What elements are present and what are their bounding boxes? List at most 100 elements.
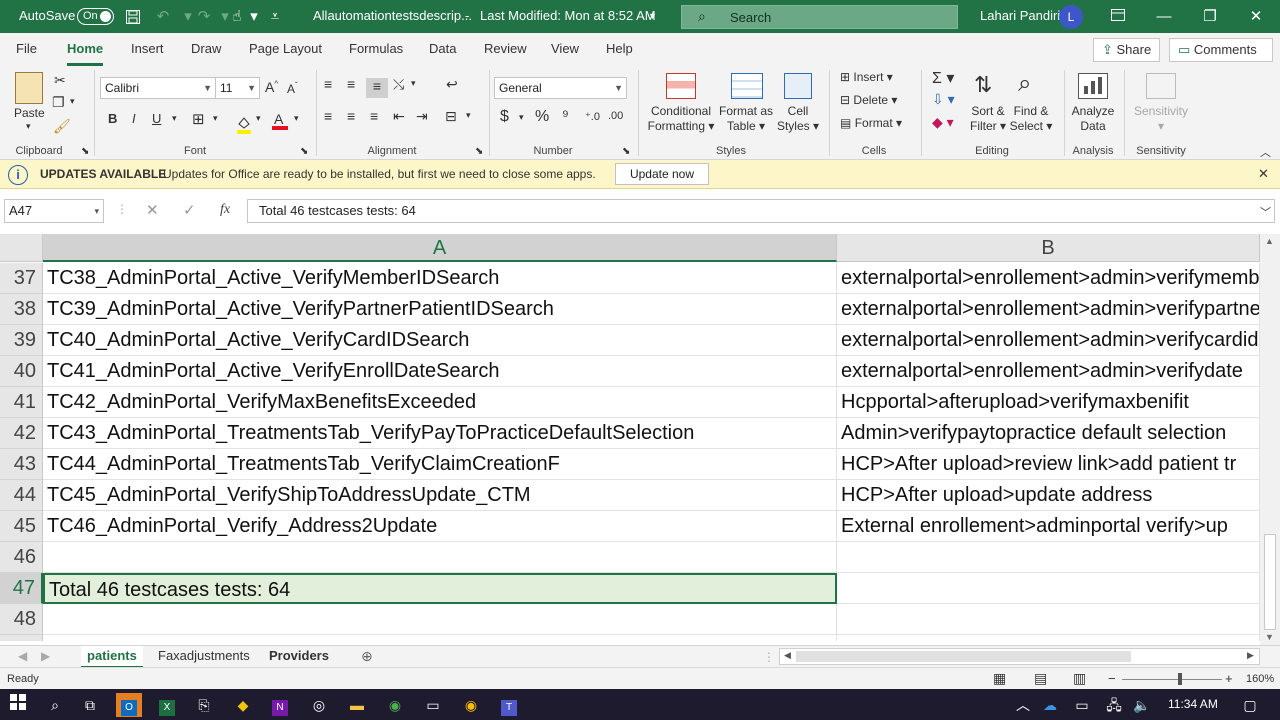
row-header[interactable]: 42	[0, 418, 43, 449]
tray-chevron-icon[interactable]: ︿	[1011, 693, 1035, 717]
formula-input[interactable]: Total 46 testcases tests: 64	[247, 199, 1275, 223]
app-icon[interactable]: ▭	[421, 693, 445, 717]
cell-a[interactable]	[43, 542, 837, 573]
cell-b[interactable]: externalportal>enrollement>admin>verifyp…	[837, 294, 1260, 325]
insert-function-icon[interactable]: fx	[220, 202, 230, 218]
copy-icon[interactable]: ❐	[52, 94, 65, 111]
splitter-icon[interactable]: ⋮	[763, 650, 775, 664]
tab-home[interactable]: Home	[67, 41, 104, 66]
font-color-dropdown-icon[interactable]: ▾	[294, 113, 299, 124]
tab-formulas[interactable]: Formulas	[349, 41, 403, 56]
sheet-tab-faxadjustments[interactable]: Faxadjustments	[152, 646, 256, 668]
analyze-data-icon[interactable]	[1078, 73, 1108, 99]
row-header[interactable]: 40	[0, 356, 43, 387]
align-left-icon[interactable]: ≡	[324, 108, 332, 124]
currency-dropdown-icon[interactable]: ▾	[519, 112, 524, 123]
find-select-button[interactable]: Find & Select ▾	[1008, 104, 1054, 134]
format-painter-icon[interactable]: 🖌	[53, 118, 71, 135]
bottom-align-icon[interactable]: ≡	[366, 78, 388, 98]
row-header[interactable]: 49	[0, 635, 43, 641]
cell-b[interactable]	[837, 635, 1260, 641]
decrease-font-size-icon[interactable]: Aˇ	[287, 81, 298, 96]
number-launcher-icon[interactable]: ⬊	[622, 146, 630, 157]
name-box[interactable]: A47 ▾	[4, 199, 104, 223]
select-all-corner[interactable]	[0, 234, 43, 262]
font-name-select[interactable]: Calibri ▼	[100, 77, 216, 99]
last-modified-chevron-icon[interactable]: ▼	[648, 11, 657, 21]
align-right-icon[interactable]: ≡	[370, 108, 378, 124]
file-explorer-icon[interactable]: ▬	[345, 693, 369, 717]
cell-a[interactable]: TC38_AdminPortal_Active_VerifyMemberIDSe…	[43, 263, 837, 294]
onedrive-icon[interactable]: ☁	[1038, 693, 1062, 717]
wrap-text-icon[interactable]: ↩	[446, 76, 458, 93]
clock-time[interactable]: 11:34 AM	[1168, 697, 1218, 711]
cell-styles-icon[interactable]	[784, 73, 812, 99]
format-cells-button[interactable]: ▤ Format ▾	[840, 116, 902, 130]
middle-align-icon[interactable]: ≡	[347, 76, 355, 92]
excel-icon[interactable]: X	[155, 693, 179, 717]
sheet-tab-patients[interactable]: patients	[81, 646, 143, 668]
number-format-select[interactable]: General ▼	[494, 77, 627, 99]
cell-b[interactable]: Hcpportal>afterupload>verifymaxbenifit	[837, 387, 1260, 418]
zoom-slider-handle[interactable]	[1178, 673, 1182, 685]
column-header-a[interactable]: A	[43, 234, 837, 262]
app-icon[interactable]: ⎘	[192, 693, 216, 717]
clear-icon[interactable]: ◆ ▾	[932, 114, 954, 131]
row-header[interactable]: 46	[0, 542, 43, 573]
merge-center-icon[interactable]: ⊟	[445, 108, 457, 125]
vertical-scroll-thumb[interactable]	[1264, 534, 1276, 630]
merge-dropdown-icon[interactable]: ▾	[466, 110, 471, 121]
undo-icon[interactable]: ↶	[152, 6, 174, 28]
cell-b[interactable]: HCP>After upload>update address	[837, 480, 1260, 511]
cell-b[interactable]: externalportal>enrollement>admin>verifym…	[837, 263, 1260, 294]
chrome-icon[interactable]: ◉	[383, 693, 407, 717]
align-center-icon[interactable]: ≡	[347, 108, 355, 124]
customize-toolbar-icon[interactable]: ⩡	[264, 6, 286, 28]
zoom-in-icon[interactable]: +	[1225, 671, 1233, 686]
format-as-table-icon[interactable]	[731, 73, 763, 99]
paste-dropdown-icon[interactable]: ▾	[26, 121, 31, 132]
prev-sheet-icon[interactable]: ◀	[18, 649, 27, 663]
network-icon[interactable]: 🖧	[1102, 693, 1126, 717]
tab-page-layout[interactable]: Page Layout	[249, 41, 322, 56]
volume-icon[interactable]: 🔈	[1130, 693, 1154, 717]
save-icon[interactable]	[122, 6, 144, 28]
font-size-select[interactable]: 11 ▼	[215, 77, 260, 99]
zoom-out-icon[interactable]: −	[1108, 671, 1116, 686]
percent-icon[interactable]: %	[535, 108, 549, 126]
cell-a-selected[interactable]: Total 46 testcases tests: 64	[43, 573, 837, 604]
search-box[interactable]: ⌕ Search	[681, 5, 958, 29]
cell-b[interactable]	[837, 542, 1260, 573]
cell-a[interactable]: TC44_AdminPortal_TreatmentsTab_VerifyCla…	[43, 449, 837, 480]
row-header[interactable]: 44	[0, 480, 43, 511]
update-now-button[interactable]: Update now	[615, 163, 709, 185]
restore-icon[interactable]: ❐	[1187, 0, 1233, 33]
tab-data[interactable]: Data	[429, 41, 456, 56]
zoom-level[interactable]: 160%	[1246, 673, 1274, 685]
borders-icon[interactable]: ⊞	[192, 110, 205, 128]
copy-dropdown-icon[interactable]: ▾	[70, 96, 75, 107]
sort-filter-icon[interactable]: ⇅	[974, 72, 992, 98]
app-icon[interactable]: ◎	[307, 693, 331, 717]
add-sheet-icon[interactable]: ⊕	[361, 648, 373, 665]
cell-a[interactable]: TC39_AdminPortal_Active_VerifyPartnerPat…	[43, 294, 837, 325]
row-header[interactable]: 48	[0, 604, 43, 635]
column-header-b[interactable]: B	[837, 234, 1260, 262]
row-header[interactable]: 47	[0, 573, 43, 604]
find-select-icon[interactable]: ⌕	[1018, 70, 1031, 98]
row-header[interactable]: 45	[0, 511, 43, 542]
paste-icon[interactable]	[15, 72, 43, 104]
next-sheet-icon[interactable]: ▶	[41, 649, 50, 663]
scroll-up-icon[interactable]: ▲	[1265, 236, 1274, 246]
tab-draw[interactable]: Draw	[191, 41, 221, 56]
fill-color-dropdown-icon[interactable]: ▾	[256, 113, 261, 124]
increase-decimal-icon[interactable]: ⁺.0	[585, 110, 600, 123]
sheet-tab-providers[interactable]: Providers	[263, 646, 335, 668]
increase-indent-icon[interactable]: ⇥	[416, 108, 428, 125]
expand-formula-bar-icon[interactable]: ﹀	[1260, 204, 1271, 220]
cell-a[interactable]: TC46_AdminPortal_Verify_Address2Update	[43, 511, 837, 542]
cell-a[interactable]: TC43_AdminPortal_TreatmentsTab_VerifyPay…	[43, 418, 837, 449]
cell-b[interactable]: Admin>verifypaytopractice default select…	[837, 418, 1260, 449]
bold-icon[interactable]: B	[108, 111, 117, 126]
touch-dropdown-icon[interactable]: ▾	[243, 6, 265, 28]
